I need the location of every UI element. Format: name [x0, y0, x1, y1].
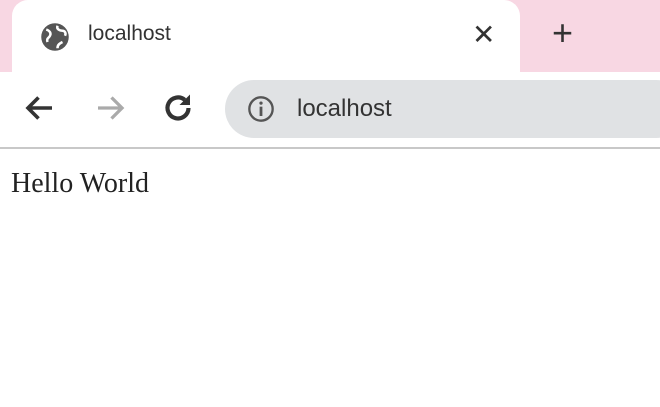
url-text[interactable]: localhost: [297, 95, 392, 123]
forward-icon[interactable]: [92, 90, 128, 126]
close-tab-icon[interactable]: ✕: [472, 18, 495, 51]
info-icon[interactable]: [247, 95, 275, 123]
back-icon[interactable]: [22, 90, 58, 126]
new-tab-button[interactable]: +: [552, 12, 573, 54]
tab-title: localhost: [88, 22, 171, 45]
address-bar[interactable]: localhost: [225, 80, 660, 138]
toolbar: localhost: [0, 72, 660, 149]
reload-icon[interactable]: [160, 90, 196, 126]
page-text: Hello World: [11, 168, 149, 199]
globe-icon: [41, 23, 69, 51]
